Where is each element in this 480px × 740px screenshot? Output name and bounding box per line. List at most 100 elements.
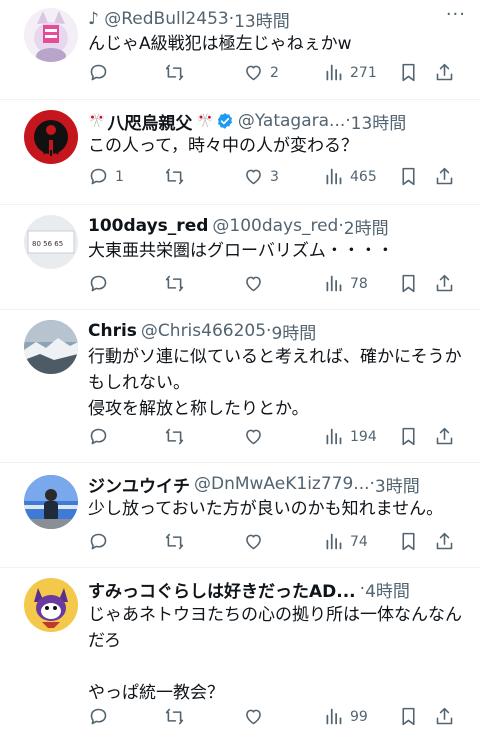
bookmark-icon — [402, 167, 415, 186]
reply-button[interactable] — [88, 273, 115, 294]
avatar[interactable] — [24, 8, 78, 62]
reply-button[interactable] — [88, 62, 115, 83]
reply-count: 1 — [115, 168, 124, 185]
like-button[interactable] — [243, 706, 270, 727]
bookmark-button[interactable] — [398, 62, 419, 83]
avatar[interactable] — [24, 578, 78, 632]
reply-button[interactable]: 1 — [88, 166, 124, 187]
tweet[interactable]: ジンユウイチ @DnMwAeK1iz779... · 3時間 少し放っておいた方… — [0, 463, 480, 568]
display-name[interactable]: 100days_red — [88, 216, 208, 236]
reply-icon — [90, 428, 107, 445]
avatar[interactable] — [24, 320, 78, 374]
display-name[interactable]: Chris — [88, 321, 137, 341]
avatar[interactable] — [24, 475, 78, 529]
share-button[interactable] — [434, 62, 455, 83]
heart-icon — [246, 276, 261, 292]
tweet-text: 行動がソ連に似ていると考えれば、確かにそうかもしれない。 侵攻を解放と称したりと… — [88, 347, 462, 419]
user-handle[interactable]: @Yatagara... — [238, 111, 345, 131]
display-name[interactable]: ジンユウイチ — [88, 472, 190, 497]
timestamp[interactable]: 13時間 — [351, 109, 407, 134]
retweet-button[interactable] — [164, 62, 191, 83]
views-icon — [326, 533, 342, 550]
views-icon — [326, 275, 342, 292]
like-button[interactable] — [243, 531, 270, 552]
reply-button[interactable] — [88, 706, 115, 727]
share-icon — [436, 63, 453, 81]
like-button[interactable] — [243, 426, 270, 447]
retweet-icon — [165, 533, 184, 550]
retweet-icon — [165, 64, 184, 81]
tweet-text: この人って，時々中の人が変わる？ — [88, 136, 358, 156]
share-icon — [436, 274, 453, 292]
user-handle[interactable]: @100days_red — [212, 216, 338, 236]
share-icon — [436, 707, 453, 725]
share-button[interactable] — [434, 166, 455, 187]
views-icon — [326, 428, 342, 445]
views-button[interactable]: 99 — [323, 706, 368, 727]
timestamp[interactable]: 13時間 — [234, 7, 290, 32]
action-bar: 2 271 — [88, 62, 466, 84]
bookmark-icon — [402, 274, 415, 293]
user-handle[interactable]: @Chris466205 — [141, 321, 266, 341]
views-button[interactable]: 194 — [323, 426, 377, 447]
like-count: 3 — [270, 168, 279, 185]
more-options-icon[interactable]: ··· — [446, 4, 466, 25]
reply-button[interactable] — [88, 531, 115, 552]
views-icon — [326, 708, 342, 725]
views-button[interactable]: 74 — [323, 531, 368, 552]
reply-button[interactable] — [88, 426, 115, 447]
display-name[interactable]: 八咫烏親父 — [107, 109, 192, 134]
like-button[interactable] — [243, 273, 270, 294]
retweet-button[interactable] — [164, 706, 191, 727]
share-button[interactable] — [434, 706, 455, 727]
display-name[interactable]: すみっコぐらしは好きだったAD... — [88, 577, 356, 602]
retweet-button[interactable] — [164, 166, 191, 187]
user-handle[interactable]: ♪ @RedBull2453 — [88, 9, 229, 29]
bookmark-button[interactable] — [398, 531, 419, 552]
action-bar: 78 — [88, 273, 466, 295]
tweet-header: ♪ @RedBull2453 · 13時間 — [88, 6, 466, 32]
user-handle[interactable]: @DnMwAeK1iz779... — [194, 474, 370, 494]
share-icon — [436, 167, 453, 185]
timestamp[interactable]: 3時間 — [375, 472, 420, 497]
tweet[interactable]: Chris @Chris466205 · 9時間 行動がソ連に似ていると考えれば… — [0, 310, 480, 463]
tweet[interactable]: 🎌 八咫烏親父 🎌 @Yatagara... · 13時間 この人って，時々中の… — [0, 100, 480, 205]
tweet[interactable]: 80 56 65 100days_red @100days_red · 2時間 … — [0, 205, 480, 310]
heart-icon — [246, 169, 261, 185]
verified-badge-icon — [216, 112, 234, 130]
retweet-button[interactable] — [164, 531, 191, 552]
views-button[interactable]: 78 — [323, 273, 368, 294]
tweet-header: ジンユウイチ @DnMwAeK1iz779... · 3時間 — [88, 471, 466, 497]
share-button[interactable] — [434, 531, 455, 552]
svg-text:80 56 65: 80 56 65 — [32, 240, 63, 248]
timestamp[interactable]: 2時間 — [344, 214, 389, 239]
tweet[interactable]: すみっコぐらしは好きだったAD... · 4時間 じゃあネトウヨたちの心の拠り所… — [0, 568, 480, 740]
tweet-text: じゃあネトウヨたちの心の拠り所は一体なんなんだろ やっぱ統一教会？ — [88, 605, 462, 703]
share-button[interactable] — [434, 426, 455, 447]
bookmark-button[interactable] — [398, 273, 419, 294]
retweet-icon — [165, 275, 184, 292]
timestamp[interactable]: 4時間 — [365, 577, 410, 602]
share-button[interactable] — [434, 273, 455, 294]
share-icon — [436, 427, 453, 445]
timestamp[interactable]: 9時間 — [271, 319, 316, 344]
bookmark-icon — [402, 707, 415, 726]
avatar[interactable] — [24, 110, 78, 164]
like-button[interactable]: 2 — [243, 62, 279, 83]
views-button[interactable]: 465 — [323, 166, 377, 187]
bookmark-icon — [402, 532, 415, 551]
bookmark-button[interactable] — [398, 706, 419, 727]
view-count: 99 — [350, 708, 368, 725]
retweet-button[interactable] — [164, 273, 191, 294]
bookmark-button[interactable] — [398, 166, 419, 187]
bookmark-button[interactable] — [398, 426, 419, 447]
tweet-header: 🎌 八咫烏親父 🎌 @Yatagara... · 13時間 — [88, 108, 466, 134]
reply-icon — [90, 168, 107, 185]
tweet[interactable]: ♪ @RedBull2453 · 13時間 んじゃA級戦犯は極左じゃねぇかw ·… — [0, 0, 480, 100]
heart-icon — [246, 65, 261, 81]
avatar[interactable]: 80 56 65 — [24, 215, 78, 269]
tweet-header: すみっコぐらしは好きだったAD... · 4時間 — [88, 576, 466, 602]
views-button[interactable]: 271 — [323, 62, 377, 83]
retweet-button[interactable] — [164, 426, 191, 447]
like-button[interactable]: 3 — [243, 166, 279, 187]
